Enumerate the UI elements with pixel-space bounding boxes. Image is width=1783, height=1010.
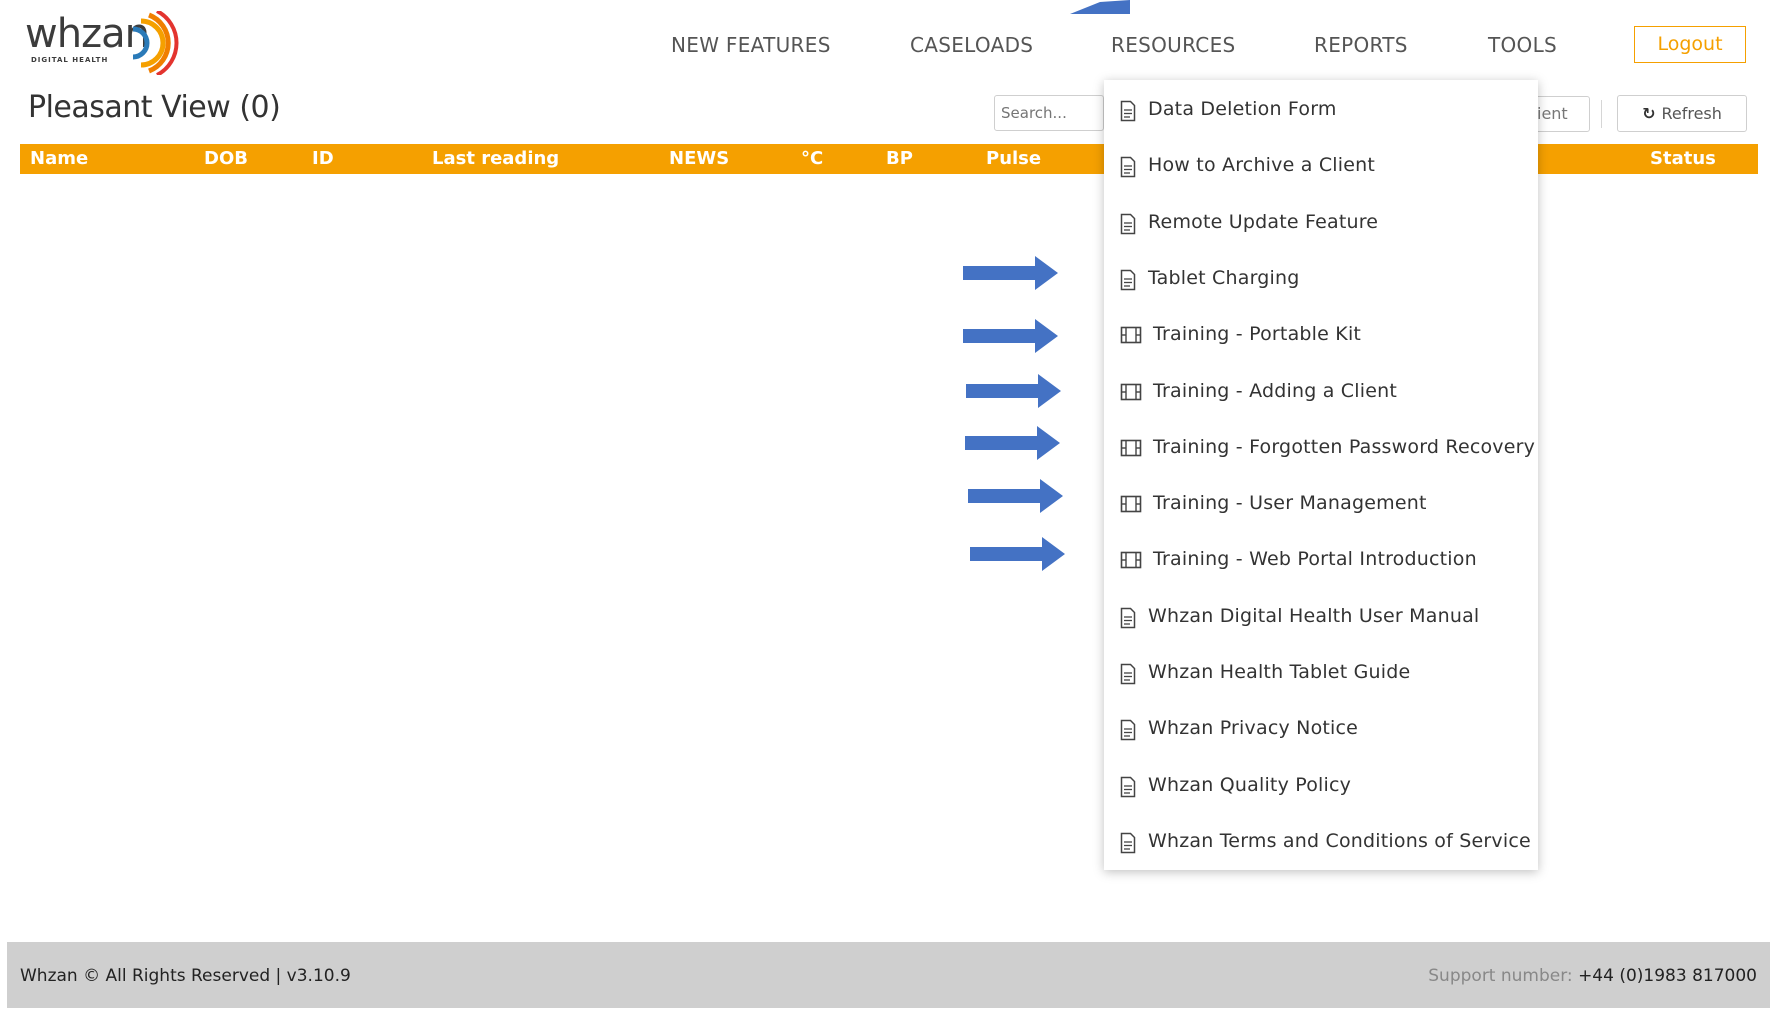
film-icon [1120, 383, 1142, 401]
document-icon [1120, 100, 1136, 122]
toolbar-divider [1601, 100, 1602, 128]
refresh-label: Refresh [1661, 104, 1722, 123]
column-header-last-reading[interactable]: Last reading [432, 148, 559, 169]
nav-resources[interactable]: RESOURCES [1111, 33, 1236, 57]
support-info: Support number: +44 (0)1983 817000 [1428, 966, 1757, 986]
menu-item-whzan-privacy-notice[interactable]: Whzan Privacy Notice [1104, 717, 1538, 765]
menu-item-label: Data Deletion Form [1148, 98, 1337, 120]
document-icon [1120, 776, 1136, 798]
column-header-id[interactable]: ID [312, 148, 334, 169]
menu-item-label: Whzan Privacy Notice [1148, 717, 1359, 739]
menu-item-label: Training - User Management [1153, 492, 1427, 514]
menu-item-whzan-digital-health-user-manual[interactable]: Whzan Digital Health User Manual [1104, 605, 1538, 653]
annotation-arrow [963, 319, 1058, 353]
logout-button[interactable]: Logout [1634, 26, 1746, 63]
nav-caseloads[interactable]: CASELOADS [910, 33, 1033, 57]
annotation-arrow [966, 374, 1061, 408]
refresh-icon: ↻ [1642, 104, 1656, 123]
menu-item-label: How to Archive a Client [1148, 154, 1376, 176]
annotation-arrow-resources [1070, 0, 1130, 14]
film-icon [1120, 495, 1142, 513]
support-number: +44 (0)1983 817000 [1578, 966, 1757, 986]
column-header-temperature[interactable]: °C [801, 148, 823, 169]
nav-new-features[interactable]: NEW FEATURES [671, 33, 831, 57]
footer: Whzan © All Rights Reserved | v3.10.9 Su… [7, 942, 1770, 1008]
column-header-bp[interactable]: BP [886, 148, 913, 169]
document-icon [1120, 719, 1136, 741]
search-input[interactable] [994, 95, 1104, 131]
menu-item-label: Whzan Health Tablet Guide [1148, 661, 1411, 683]
menu-item-remote-update-feature[interactable]: Remote Update Feature [1104, 211, 1538, 259]
document-icon [1120, 156, 1136, 178]
document-icon [1120, 663, 1136, 685]
document-icon [1120, 607, 1136, 629]
menu-item-label: Training - Portable Kit [1153, 323, 1362, 345]
menu-item-whzan-terms-and-conditions[interactable]: Whzan Terms and Conditions of Service [1104, 830, 1538, 878]
menu-item-training-web-portal-introduction[interactable]: Training - Web Portal Introduction [1104, 548, 1538, 596]
logo-arc-icon [132, 11, 179, 75]
film-icon [1120, 551, 1142, 569]
menu-item-label: Remote Update Feature [1148, 211, 1379, 233]
nav-reports[interactable]: REPORTS [1314, 33, 1408, 57]
refresh-button[interactable]: ↻ Refresh [1617, 95, 1747, 132]
logo-tagline: DIGITAL HEALTH [31, 56, 109, 64]
support-label: Support number: [1428, 966, 1573, 986]
menu-item-label: Whzan Terms and Conditions of Service [1148, 830, 1531, 852]
menu-item-how-to-archive-a-client[interactable]: How to Archive a Client [1104, 154, 1538, 202]
menu-item-label: Tablet Charging [1148, 267, 1300, 289]
annotation-arrow [968, 479, 1063, 513]
copyright-text: Whzan © All Rights Reserved | v3.10.9 [20, 966, 351, 986]
menu-item-training-portable-kit[interactable]: Training - Portable Kit [1104, 323, 1538, 371]
resources-dropdown-menu: Data Deletion Form How to Archive a Clie… [1104, 80, 1538, 870]
menu-item-training-user-management[interactable]: Training - User Management [1104, 492, 1538, 540]
column-header-dob[interactable]: DOB [204, 148, 248, 169]
page-title: Pleasant View (0) [28, 90, 281, 125]
menu-item-tablet-charging[interactable]: Tablet Charging [1104, 267, 1538, 315]
film-icon [1120, 439, 1142, 457]
whzan-logo[interactable]: whzan DIGITAL HEALTH [25, 11, 185, 75]
menu-item-training-forgotten-password-recovery[interactable]: Training - Forgotten Password Recovery [1104, 436, 1538, 484]
column-header-news[interactable]: NEWS [669, 148, 729, 169]
column-header-pulse[interactable]: Pulse [986, 148, 1041, 169]
document-icon [1120, 269, 1136, 291]
annotation-arrow [970, 537, 1065, 571]
annotation-arrow [963, 256, 1058, 290]
document-icon [1120, 832, 1136, 854]
document-icon [1120, 213, 1136, 235]
column-header-status[interactable]: Status [1650, 148, 1716, 169]
menu-item-whzan-health-tablet-guide[interactable]: Whzan Health Tablet Guide [1104, 661, 1538, 709]
menu-item-label: Training - Adding a Client [1153, 380, 1397, 402]
menu-item-whzan-quality-policy[interactable]: Whzan Quality Policy [1104, 774, 1538, 822]
nav-tools[interactable]: TOOLS [1488, 33, 1557, 57]
menu-item-label: Whzan Digital Health User Manual [1148, 605, 1480, 627]
menu-item-label: Training - Web Portal Introduction [1153, 548, 1477, 570]
menu-item-label: Whzan Quality Policy [1148, 774, 1352, 796]
menu-item-label: Training - Forgotten Password Recovery [1153, 436, 1536, 458]
annotation-arrow [965, 426, 1060, 460]
menu-item-data-deletion-form[interactable]: Data Deletion Form [1104, 98, 1538, 146]
menu-item-training-adding-a-client[interactable]: Training - Adding a Client [1104, 380, 1538, 428]
top-navbar: whzan DIGITAL HEALTH NEW FEATURES CASELO… [7, 3, 1770, 81]
column-header-name[interactable]: Name [30, 148, 88, 169]
film-icon [1120, 326, 1142, 344]
